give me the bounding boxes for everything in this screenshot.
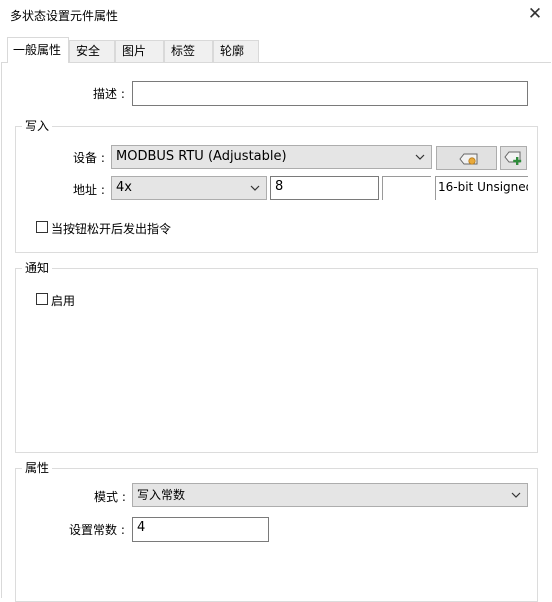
chevron-down-icon (511, 492, 521, 498)
data-format-field: 16-bit Unsigned (435, 176, 528, 200)
close-icon[interactable]: ✕ (523, 2, 547, 26)
chevron-down-icon (250, 185, 260, 191)
tab-security[interactable]: 安全 (69, 40, 115, 62)
description-input[interactable] (132, 81, 528, 106)
release-send-label: 当按钮松开后发出指令 (51, 222, 172, 236)
mode-label: 模式 : (94, 490, 126, 504)
notify-group (15, 268, 538, 453)
tab-label[interactable]: 标签 (164, 40, 213, 62)
select-tag-button[interactable] (436, 146, 497, 170)
enable-checkbox[interactable] (36, 293, 48, 305)
notify-group-title: 通知 (22, 261, 53, 275)
device-select-value: MODBUS RTU (Adjustable) (116, 149, 287, 164)
release-send-checkbox[interactable] (36, 221, 48, 233)
tag-icon (459, 153, 478, 165)
address-input[interactable]: 8 (270, 176, 379, 200)
address-label: 地址 : (73, 183, 105, 197)
enable-label: 启用 (51, 294, 76, 308)
device-label: 设备 : (73, 151, 105, 165)
set-constant-input[interactable]: 4 (132, 517, 269, 542)
address-extra-field[interactable] (382, 176, 431, 200)
window-title: 多状态设置元件属性 (10, 9, 119, 23)
attributes-group-title: 属性 (22, 461, 53, 475)
chevron-down-icon (415, 154, 425, 160)
tab-outline[interactable]: 轮廓 (213, 40, 259, 62)
tab-general[interactable]: 一般属性 (7, 37, 69, 63)
mode-select-value: 写入常数 (137, 488, 186, 502)
add-tag-button[interactable] (500, 146, 527, 170)
write-group-title: 写入 (22, 119, 53, 133)
mode-select[interactable]: 写入常数 (132, 483, 528, 507)
address-type-value: 4x (116, 180, 132, 195)
device-select[interactable]: MODBUS RTU (Adjustable) (111, 145, 432, 169)
description-label: 描述 : (93, 87, 125, 101)
address-type-select[interactable]: 4x (111, 176, 267, 200)
tab-picture[interactable]: 图片 (115, 40, 164, 62)
set-constant-label: 设置常数 : (69, 523, 125, 537)
tag-add-icon (504, 151, 522, 165)
